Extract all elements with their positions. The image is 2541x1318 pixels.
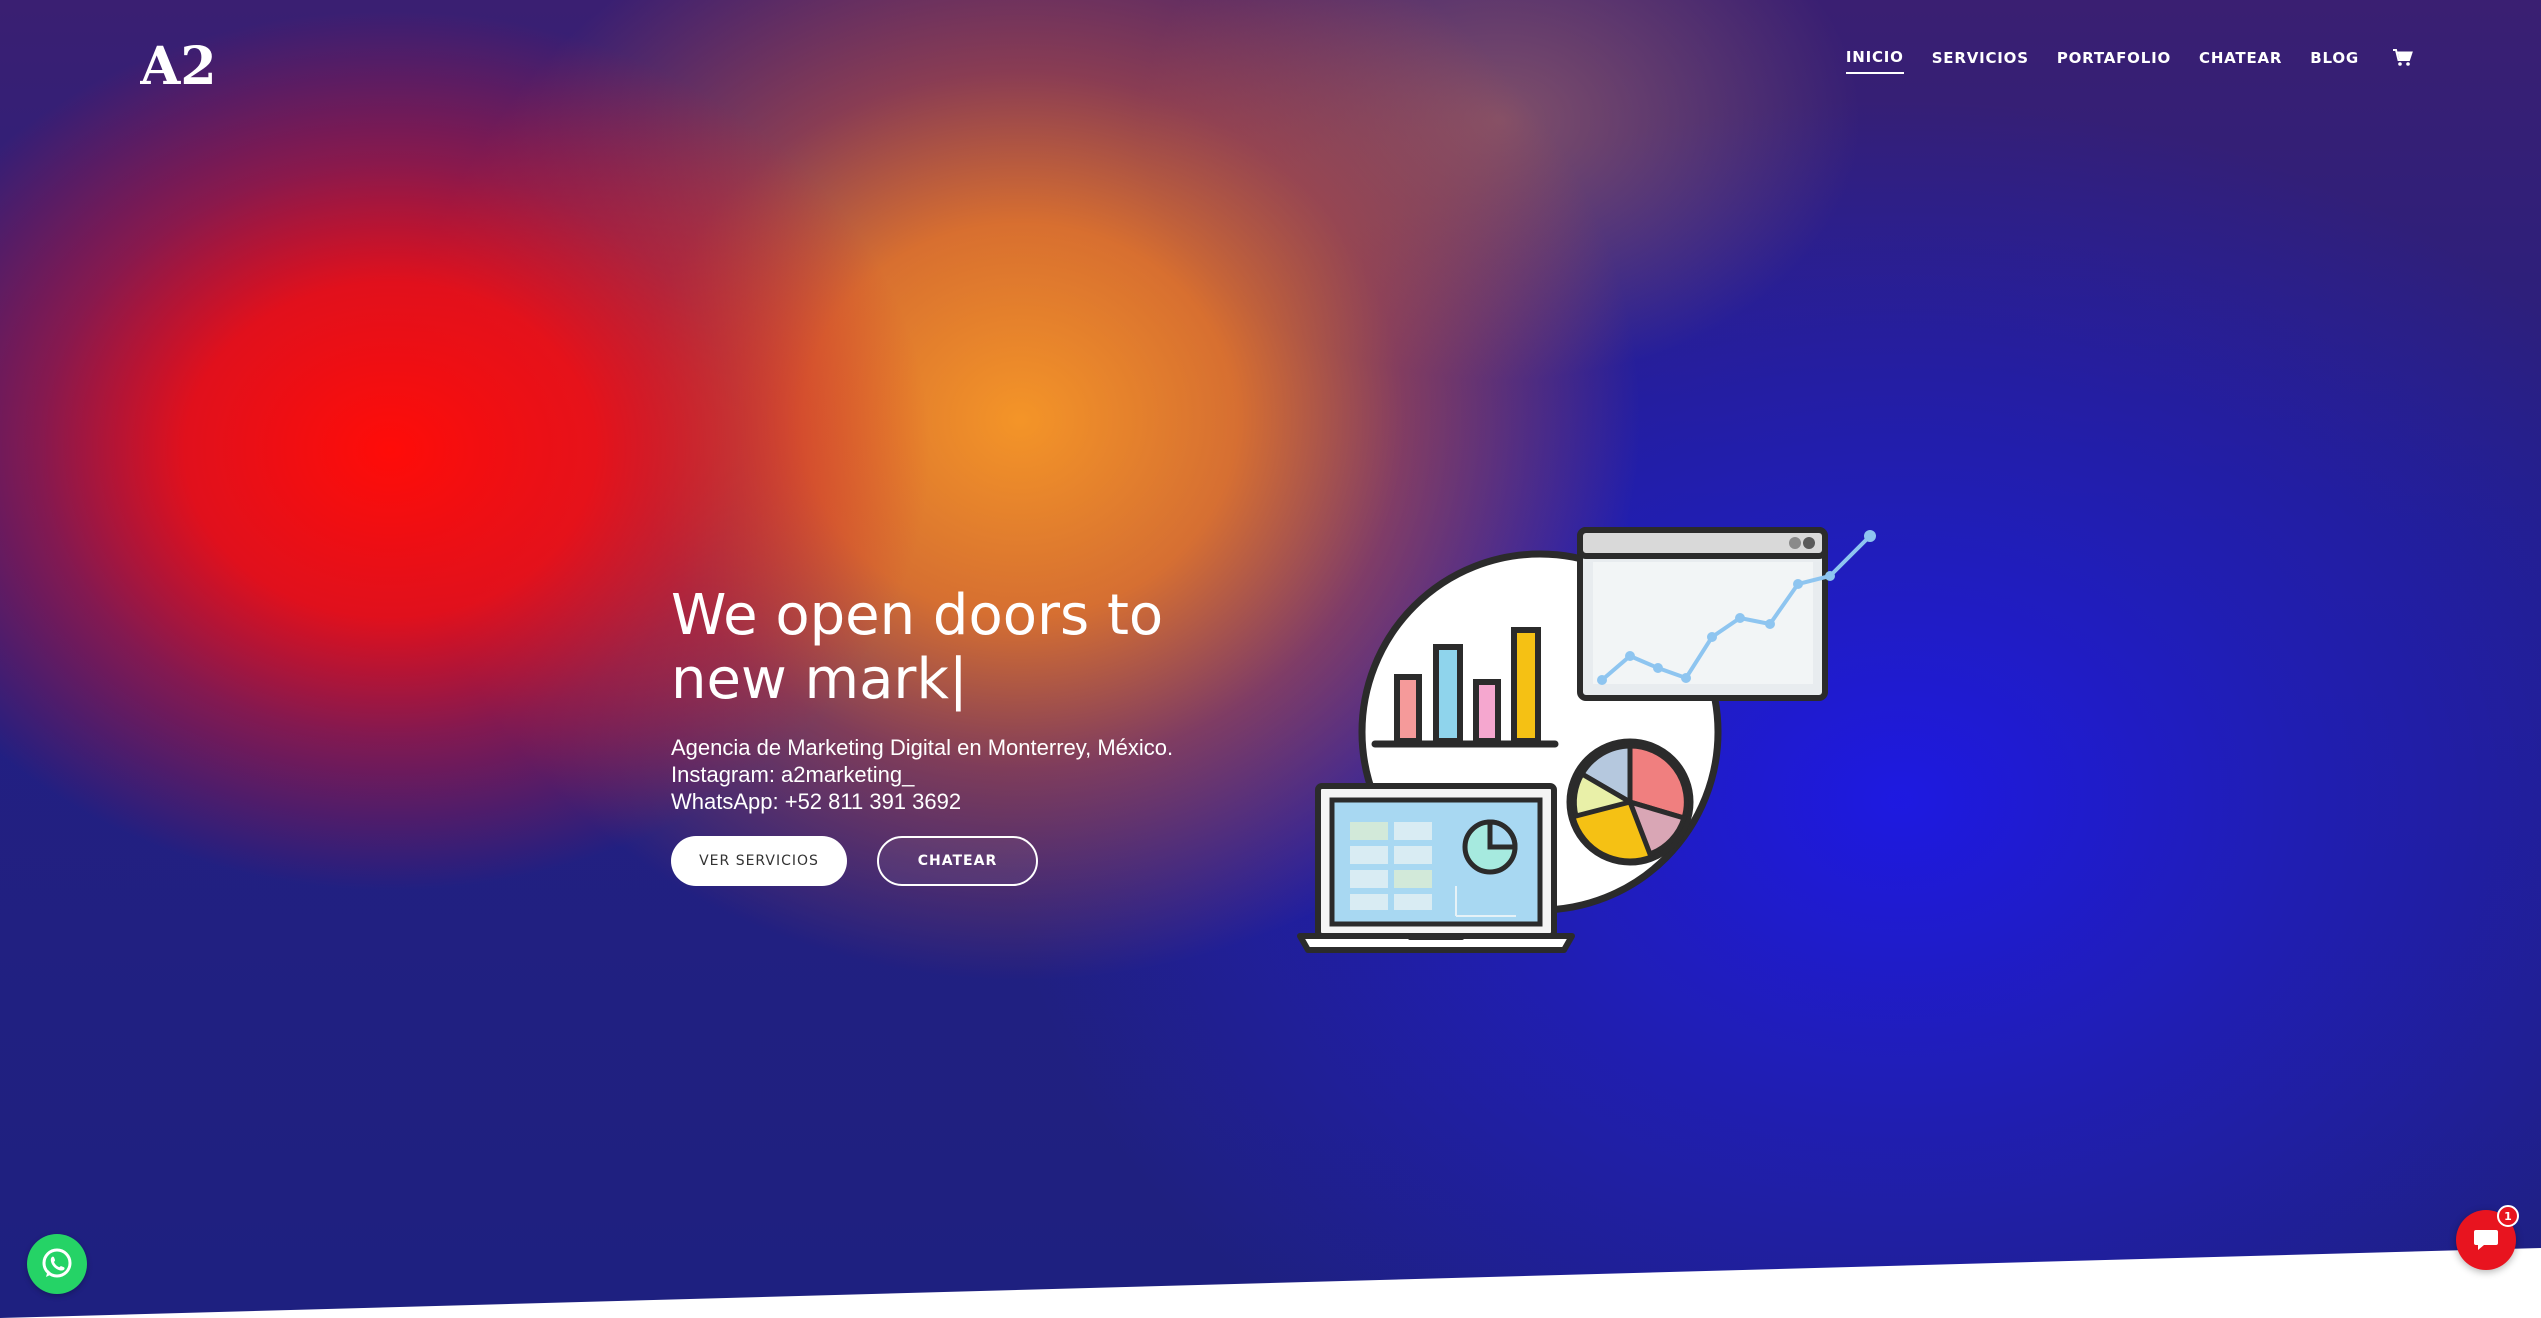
hero-instagram: Instagram: a2marketing_ (671, 762, 915, 787)
whatsapp-icon (42, 1248, 72, 1278)
hero-description: Agencia de Marketing Digital en Monterre… (671, 734, 1173, 815)
chat-notification-badge: 1 (2497, 1205, 2519, 1227)
shopping-cart-icon[interactable] (2393, 49, 2413, 67)
headline-line-2: new mark| (671, 647, 968, 712)
a2-logo-icon: A2 (139, 36, 217, 97)
hero-background (0, 0, 2541, 1318)
nav-item-inicio[interactable]: INICIO (1845, 48, 1904, 74)
nav-item-chatear[interactable]: CHATEAR (2199, 49, 2282, 73)
ver-servicios-button[interactable]: VER SERVICIOS (671, 836, 847, 886)
chatear-button[interactable]: CHATEAR (877, 836, 1038, 886)
svg-text:A2: A2 (140, 36, 217, 90)
hero-whatsapp: WhatsApp: +52 811 391 3692 (671, 789, 962, 814)
nav-item-servicios[interactable]: SERVICIOS (1932, 49, 2029, 73)
nav-item-portafolio[interactable]: PORTAFOLIO (2057, 49, 2171, 73)
hero-headline: We open doors to new mark| (671, 584, 1231, 712)
headline-line-1: We open doors to (671, 583, 1164, 648)
nav-item-blog[interactable]: BLOG (2310, 49, 2359, 73)
hero-tagline: Agencia de Marketing Digital en Monterre… (671, 735, 1174, 760)
marketing-analytics-illustration (1297, 527, 1876, 953)
main-nav: INICIO SERVICIOS PORTAFOLIO CHATEAR BLOG (1845, 48, 2413, 74)
chat-icon (2474, 1230, 2498, 1250)
whatsapp-float-button[interactable] (27, 1234, 87, 1294)
site-logo[interactable]: A2 (139, 34, 220, 97)
